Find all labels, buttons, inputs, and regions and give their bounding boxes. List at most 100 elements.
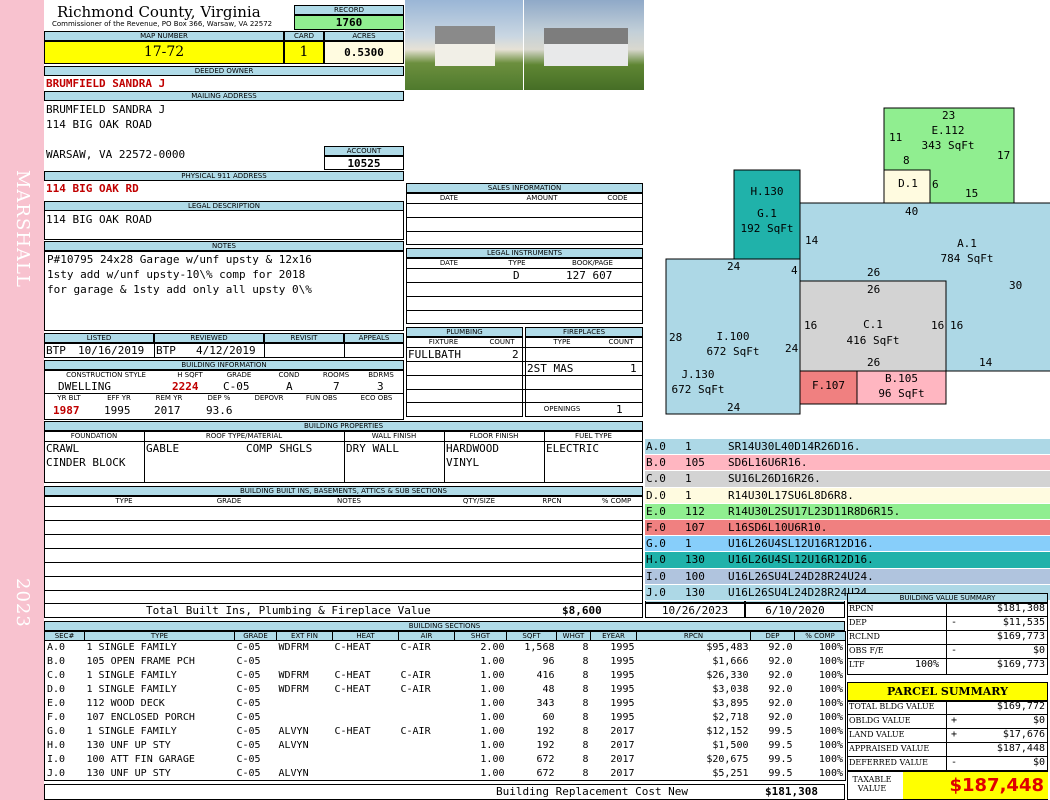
section-cell: [399, 697, 455, 711]
legend-code: 100: [685, 569, 705, 583]
section-cell: 1 SINGLE FAMILY: [86, 670, 177, 681]
dim-28: 28: [669, 331, 683, 344]
section-cell: [333, 697, 399, 711]
bedrooms: 3: [377, 380, 384, 393]
section-cell: 100%: [818, 767, 843, 779]
dim-14a: 14: [805, 234, 819, 247]
section-cell: 2017: [610, 767, 635, 779]
account-number: 10525: [324, 156, 404, 170]
section-cell: [333, 739, 399, 753]
legend-code: 105: [685, 456, 705, 470]
section-cell: C-05: [236, 670, 261, 681]
section-cell: 1.00: [480, 670, 505, 681]
section-col-header: SQFT: [506, 631, 557, 641]
sketch-legend: A.0 1 SR14U30L40D14R26D16. B.0 105 SD6L16U6R1…: [645, 439, 1050, 601]
section-cell: C-05: [236, 712, 261, 723]
parcel-bldg: TOTAL BLDG VALUE $169,772: [847, 701, 1048, 715]
condition: A: [286, 380, 293, 393]
section-cell: [399, 711, 455, 725]
section-cell: [399, 753, 455, 767]
legend-id: H.0: [646, 553, 666, 567]
property-photo-2: [524, 0, 644, 90]
reviewed-by: BTP: [156, 344, 176, 357]
section-cell: C-HEAT: [334, 726, 371, 737]
section-cell: ALVYN: [278, 726, 309, 737]
legend-path: SD6L16U6R16.: [728, 456, 808, 470]
legend-code: 1: [685, 488, 692, 502]
listed-by: BTP: [46, 344, 66, 357]
section-cell: $3,895: [712, 698, 749, 709]
section-cell: B.0: [47, 656, 66, 667]
section-cell: 8: [582, 656, 589, 667]
section-cell: 1.00: [480, 698, 505, 709]
section-col-header: SEC#: [44, 631, 85, 641]
legend-path: SU16L26D16R26.: [728, 472, 821, 486]
sketch-label-G: G.1: [757, 207, 777, 220]
h-yr-blt: YR BLT: [57, 394, 81, 402]
legend-code: 1: [685, 440, 692, 453]
reviewed-label: REVIEWED: [154, 333, 264, 343]
section-cell: 60: [542, 712, 555, 723]
dim-11: 11: [889, 131, 903, 144]
section-cell: 2.00: [480, 642, 505, 654]
map-number: 17-72: [44, 41, 284, 64]
depreciation: 93.6: [206, 404, 233, 417]
sketch-sqft-G: 192 SqFt: [740, 222, 794, 235]
legend-path: U16L26SU4L24D28R24U24.: [728, 569, 874, 583]
section-cell: [333, 655, 399, 669]
section-col-header: AIR: [398, 631, 455, 641]
h-fixture: FIXTURE: [428, 338, 459, 346]
section-cell: [333, 767, 399, 781]
section-cell: 1.00: [480, 767, 505, 779]
dim-16b: 16: [931, 319, 945, 332]
section-cell: C-AIR: [400, 726, 431, 737]
h-fp-type: TYPE: [553, 338, 571, 346]
h-dep: DEP %: [207, 394, 231, 402]
section-row: I.0 100 ATT FIN GARAGE C-05 1.00 672 8 2017 $20…: [45, 753, 846, 767]
section-cell: C-05: [236, 740, 261, 751]
notes-line-2: 1sty add w/unf upsty-10\% comp for 2018: [47, 268, 306, 281]
grade: C-05: [223, 380, 250, 393]
sketch-sqft-B: 96 SqFt: [878, 387, 925, 400]
legend-row: H.0 130 U16L26U4SL12U16R12D16.: [645, 552, 1050, 569]
listed-date: 10/16/2019: [78, 344, 145, 357]
section-cell: 1.00: [480, 740, 505, 751]
legend-row: A.0 1 SR14U30L40D14R26D16.: [645, 439, 1050, 456]
section-row: A.0 1 SINGLE FAMILY C-05 WDFRM C-HEAT C-AIR 2.…: [45, 641, 846, 655]
section-col-header: EXT FIN: [276, 631, 333, 641]
legend-row: F.0 107 L16SD6L10U6R10.: [645, 519, 1050, 537]
section-cell: 192: [536, 726, 555, 737]
legend-path: SR14U30L40D14R26D16.: [728, 440, 861, 453]
dim-40: 40: [905, 205, 919, 218]
section-cell: 92.0: [768, 670, 793, 681]
legend-id: J.0: [646, 585, 666, 599]
sketch-label-F: F.107: [811, 379, 846, 392]
floor-finish-1: HARDWOOD: [446, 442, 499, 455]
section-cell: 2017: [610, 740, 635, 751]
h-rooms: ROOMS: [322, 371, 350, 379]
section-cell: 1,568: [524, 642, 555, 654]
h-fp-count: COUNT: [608, 338, 634, 346]
section-col-header: GRADE: [234, 631, 277, 641]
section-cell: 92.0: [768, 698, 793, 709]
section-cell: 100%: [818, 754, 843, 765]
section-cell: C.0: [47, 670, 66, 681]
section-row: C.0 1 SINGLE FAMILY C-05 WDFRM C-HEAT C-AIR 1.…: [45, 669, 846, 683]
fireplace-type: 2ST MAS: [527, 362, 574, 375]
section-cell: $12,152: [706, 726, 749, 737]
section-col-header: WHGT: [556, 631, 591, 641]
section-col-header: RPCN: [636, 631, 751, 641]
sketch-sqft-C: 416 SqFt: [846, 334, 900, 347]
dim-16c: 16: [950, 319, 964, 332]
summary-rclnd: RCLND $169,773: [847, 631, 1048, 645]
revisit-label: REVISIT: [264, 333, 344, 343]
built-ins-label: BUILDING BUILT INS, BASEMENTS, ATTICS & …: [44, 486, 643, 496]
h-fuel: FUEL TYPE: [575, 432, 612, 440]
h-ecoobs: ECO OBS: [360, 394, 393, 402]
legend-id: A.0: [646, 440, 666, 453]
sketch-label-B: B.105: [884, 372, 919, 385]
deeded-owner: BRUMFIELD SANDRA J: [46, 77, 166, 90]
section-cell: C-05: [236, 656, 261, 667]
parcel-summary-title: PARCEL SUMMARY: [847, 682, 1048, 701]
year-built: 1987: [53, 404, 80, 417]
